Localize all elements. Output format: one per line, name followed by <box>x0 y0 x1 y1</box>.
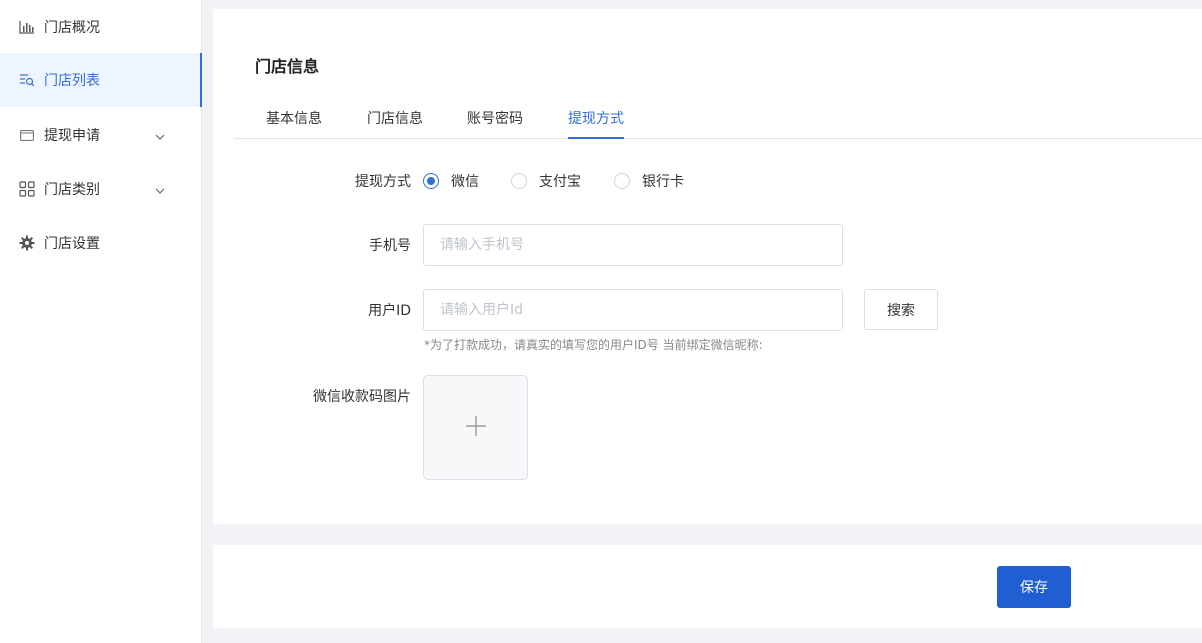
save-button[interactable]: 保存 <box>997 566 1071 608</box>
user-id-input[interactable] <box>423 289 843 331</box>
gear-icon <box>18 234 36 252</box>
radio-label: 支付宝 <box>539 174 581 190</box>
sidebar: 门店概况 门店列表 提现申请 门店类别 门店设置 <box>0 0 202 643</box>
tab-store-info[interactable]: 门店信息 <box>367 108 423 139</box>
radio-circle <box>614 173 630 189</box>
sidebar-item-label: 门店设置 <box>44 236 100 252</box>
radio-bank-card[interactable]: 银行卡 <box>614 171 684 191</box>
phone-label: 手机号 <box>369 238 411 254</box>
plus-icon <box>465 415 487 441</box>
footer-card: 保存 <box>213 545 1202 628</box>
tab-account-password[interactable]: 账号密码 <box>467 108 523 139</box>
chevron-down-icon <box>155 128 165 144</box>
sidebar-item-store-list[interactable]: 门店列表 <box>0 53 202 107</box>
grid-icon <box>18 180 36 198</box>
chevron-down-icon <box>155 182 165 198</box>
sidebar-item-withdraw-request[interactable]: 提现申请 <box>0 108 202 162</box>
radio-alipay[interactable]: 支付宝 <box>511 171 581 191</box>
tab-withdraw-method[interactable]: 提现方式 <box>568 108 624 139</box>
radio-label: 银行卡 <box>642 174 684 190</box>
radio-circle <box>511 173 527 189</box>
radio-circle <box>423 173 439 189</box>
list-search-icon <box>18 71 36 89</box>
qr-image-upload[interactable] <box>423 375 528 480</box>
search-button[interactable]: 搜索 <box>864 289 938 330</box>
sidebar-item-store-overview[interactable]: 门店概况 <box>0 0 202 54</box>
sidebar-item-store-settings[interactable]: 门店设置 <box>0 216 202 270</box>
user-id-hint: *为了打款成功，请真实的填写您的用户ID号 当前绑定微信昵称: <box>424 338 763 352</box>
store-info-card: 门店信息 基本信息 门店信息 账号密码 提现方式 提现方式 微信 支付宝 银行卡… <box>213 9 1202 524</box>
sidebar-item-label: 提现申请 <box>44 128 100 144</box>
tab-basic-info[interactable]: 基本信息 <box>266 108 322 139</box>
sidebar-item-label: 门店列表 <box>44 73 100 89</box>
tab-bar: 基本信息 门店信息 账号密码 提现方式 <box>234 105 1202 139</box>
phone-input[interactable] <box>423 224 843 266</box>
radio-label: 微信 <box>451 174 479 190</box>
wallet-icon <box>18 126 36 144</box>
page-title: 门店信息 <box>255 57 320 76</box>
user-id-label: 用户ID <box>368 303 411 319</box>
bar-chart-icon <box>18 18 36 36</box>
sidebar-item-label: 门店类别 <box>44 182 100 198</box>
withdraw-method-label: 提现方式 <box>355 174 411 190</box>
radio-wechat[interactable]: 微信 <box>423 171 479 191</box>
sidebar-item-store-category[interactable]: 门店类别 <box>0 162 202 216</box>
qr-image-label: 微信收款码图片 <box>313 389 411 405</box>
sidebar-item-label: 门店概况 <box>44 20 100 36</box>
